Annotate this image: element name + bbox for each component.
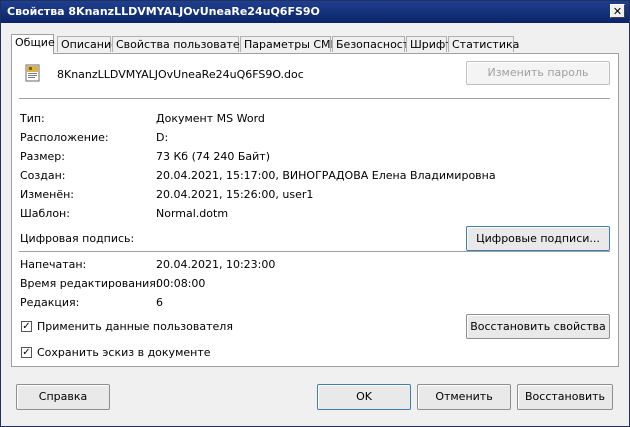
file-name: 8KnanzLLDVMYALJOvUneaRe24uQ6FS9O.doc — [57, 68, 304, 81]
properties-dialog: Свойства 8KnanzLLDVMYALJOvUneaRe24uQ6FS9… — [0, 0, 630, 427]
reset-button[interactable]: Восстановить — [517, 384, 613, 410]
size-value: 73 Кб (74 240 Байт) — [156, 150, 270, 163]
ok-button[interactable]: OK — [317, 384, 411, 410]
digital-signature-label: Цифровая подпись: — [20, 232, 135, 245]
apply-user-data-label[interactable]: Применить данные пользователя — [37, 320, 233, 333]
checkmark-icon: ✓ — [22, 347, 31, 358]
template-label: Шаблон: — [20, 207, 70, 220]
digital-signatures-button[interactable]: Цифровые подписи... — [466, 226, 610, 251]
printed-value: 20.04.2021, 10:23:00 — [156, 258, 276, 271]
close-button[interactable]: ✕ — [610, 4, 625, 18]
modified-label: Изменён: — [20, 188, 75, 201]
word-document-icon — [25, 64, 40, 82]
restore-properties-button[interactable]: Восстановить свойства — [466, 314, 610, 339]
save-thumbnail-checkbox[interactable]: ✓ — [21, 347, 32, 358]
cancel-button[interactable]: Отменить — [417, 384, 511, 410]
tab-general[interactable]: Общие — [11, 34, 55, 54]
separator-middle — [19, 251, 610, 253]
separator-top — [19, 98, 610, 100]
type-label: Тип: — [20, 112, 45, 125]
location-label: Расположение: — [20, 131, 109, 144]
close-icon: ✕ — [612, 5, 623, 18]
tab-font[interactable]: Шрифт — [406, 36, 452, 52]
created-label: Создан: — [20, 169, 66, 182]
modified-value: 20.04.2021, 15:26:00, user1 — [156, 188, 314, 201]
printed-label: Напечатан: — [20, 258, 87, 271]
help-button[interactable]: Справка — [16, 384, 110, 410]
checkmark-icon: ✓ — [22, 321, 31, 332]
tab-security[interactable]: Безопасность — [332, 36, 416, 52]
created-value: 20.04.2021, 15:17:00, ВИНОГРАДОВА Елена … — [156, 169, 496, 182]
tab-user-properties[interactable]: Свойства пользователя — [112, 36, 253, 52]
location-value: D: — [156, 131, 169, 144]
revision-value: 6 — [156, 296, 163, 309]
editing-time-value: 00:08:00 — [156, 277, 206, 290]
revision-label: Редакция: — [20, 296, 80, 309]
tab-statistics[interactable]: Статистика — [448, 36, 519, 52]
apply-user-data-checkbox[interactable]: ✓ — [21, 321, 32, 332]
window-title: Свойства 8KnanzLLDVMYALJOvUneaRe24uQ6FS9… — [7, 5, 320, 18]
title-bar[interactable]: Свойства 8KnanzLLDVMYALJOvUneaRe24uQ6FS9… — [1, 1, 629, 23]
size-label: Размер: — [20, 150, 65, 163]
change-password-button[interactable]: Изменить пароль — [466, 61, 610, 85]
tab-description[interactable]: Описание — [57, 36, 118, 52]
save-thumbnail-label[interactable]: Сохранить эскиз в документе — [37, 346, 211, 359]
tab-cmis-parameters[interactable]: Параметры CMIS — [240, 36, 341, 52]
template-value: Normal.dotm — [156, 207, 229, 220]
editing-time-label: Время редактирования: — [20, 277, 160, 290]
type-value: Документ MS Word — [156, 112, 265, 125]
